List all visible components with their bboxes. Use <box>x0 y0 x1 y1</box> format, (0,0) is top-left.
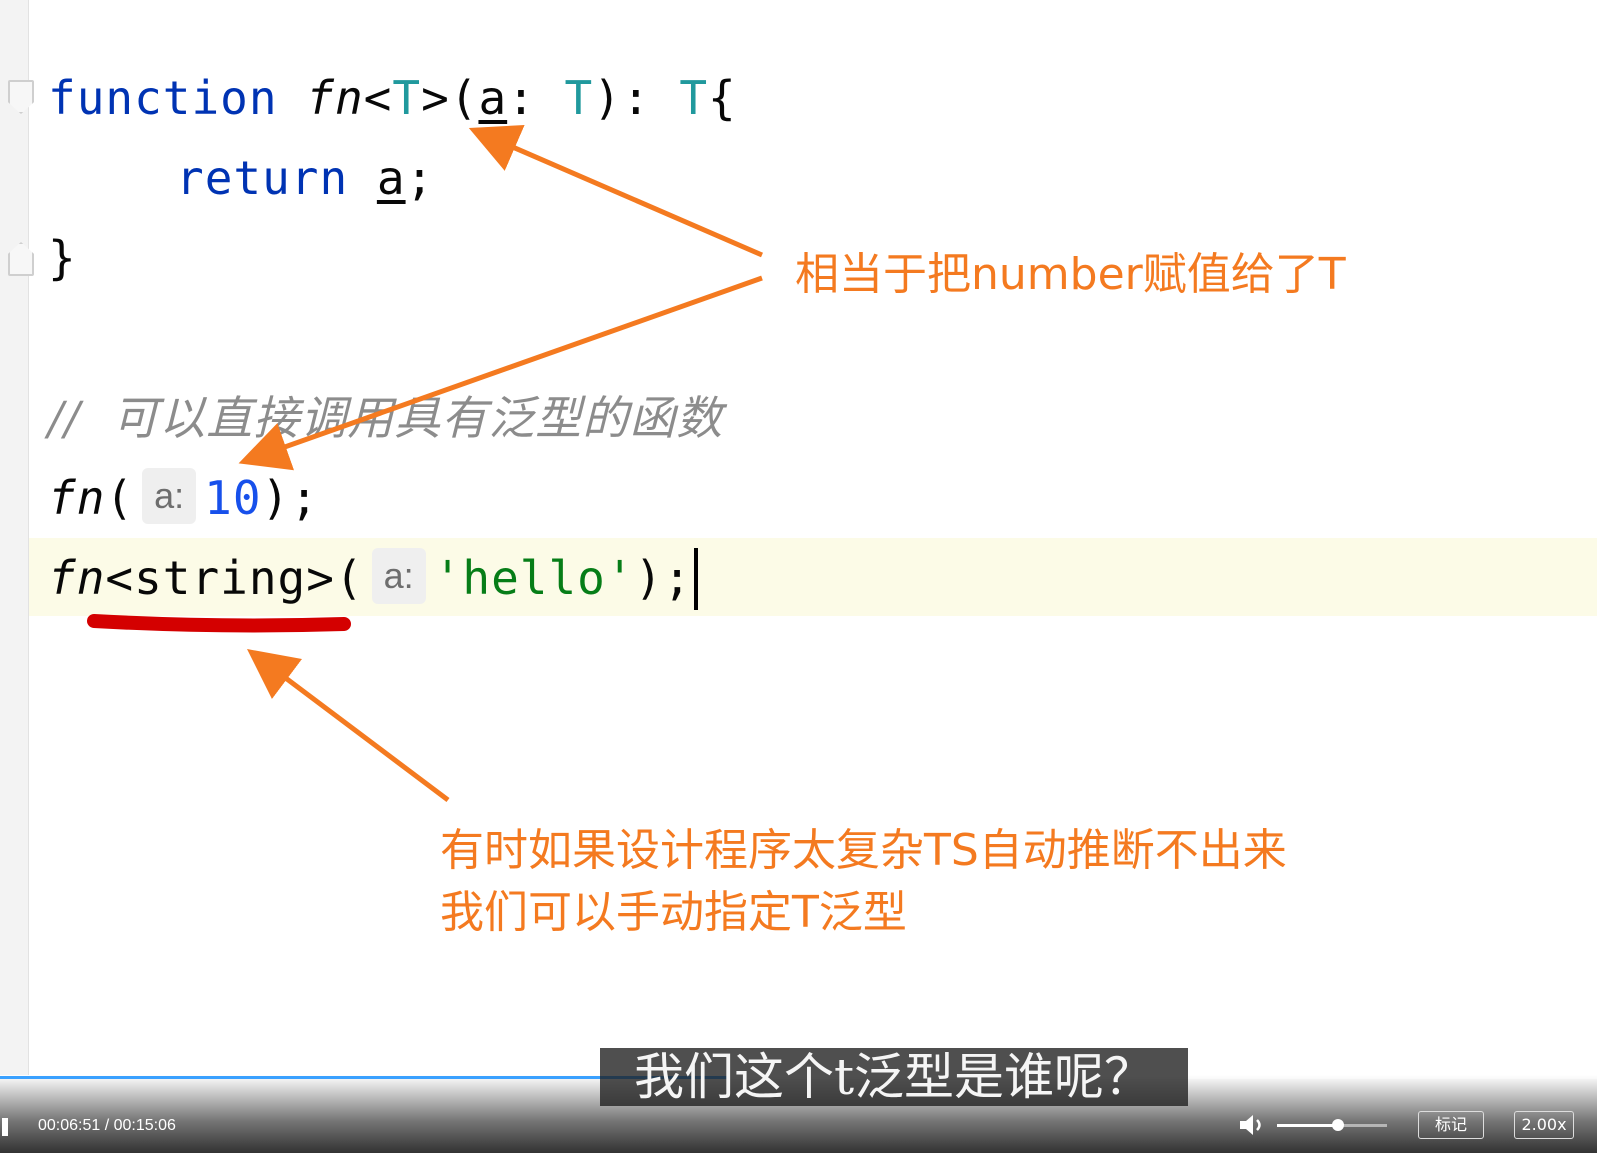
explicit-generic: <string> <box>105 551 335 605</box>
red-underline <box>87 614 351 633</box>
type-parameter: T <box>392 71 422 125</box>
call-function-name: fn <box>48 551 106 605</box>
close-brace: } <box>48 231 77 285</box>
generic-open: < <box>363 71 393 125</box>
keyword-return: return <box>176 151 349 205</box>
number-literal: 10 <box>204 471 262 525</box>
code-line-function-declaration[interactable]: function fn<T>(a: T): T{ <box>48 68 737 128</box>
annotation-bottom-line1: 有时如果设计程序太复杂TS自动推断不出来 <box>440 825 1287 876</box>
return-type: T <box>679 71 709 125</box>
function-name: fn <box>306 71 364 125</box>
parameter-type: T <box>564 71 594 125</box>
code-line-call-number[interactable]: fn(a: 10); <box>48 468 319 528</box>
keyword-function: function <box>48 71 278 125</box>
code-line-return[interactable]: return a; <box>176 148 434 208</box>
time-display: 00:06:51 / 00:15:06 <box>38 1117 176 1134</box>
code-line-comment[interactable]: // 可以直接调用具有泛型的函数 <box>48 388 723 448</box>
call-close: ); <box>634 551 692 605</box>
code-line-call-string[interactable]: fn<string>(a:'hello'); <box>48 548 698 610</box>
subtitle: 我们这个t泛型是谁呢？ <box>600 1048 1188 1106</box>
mark-button[interactable]: 标记 <box>1418 1111 1484 1139</box>
call-open-paren: ( <box>105 471 135 525</box>
return-value-a: a <box>376 151 406 205</box>
speaker-icon[interactable] <box>1238 1114 1268 1136</box>
text-cursor <box>693 548 698 610</box>
annotation-top: 相当于把number赋值给了T <box>795 249 1346 300</box>
open-brace: { <box>708 71 737 125</box>
volume-knob[interactable] <box>1331 1119 1344 1131</box>
parameter-a: a <box>478 71 508 125</box>
arrow-to-explicit-generic <box>247 648 450 802</box>
arrow-to-type-param <box>468 124 763 258</box>
comment-text: // 可以直接调用具有泛型的函数 <box>48 391 724 445</box>
code-line-close-brace[interactable]: } <box>48 228 77 288</box>
param-colon: : <box>507 71 565 125</box>
volume-fill <box>1277 1124 1338 1127</box>
string-literal: 'hello' <box>433 551 635 605</box>
speed-button[interactable]: 2.00x <box>1514 1111 1574 1139</box>
volume-slider[interactable] <box>1277 1119 1387 1131</box>
play-icon[interactable] <box>2 1118 8 1136</box>
generic-close-paren: >( <box>421 71 479 125</box>
editor-gutter <box>0 0 29 1075</box>
parameter-hint: a: <box>371 548 426 604</box>
call-close: ); <box>261 471 319 525</box>
call-function-name: fn <box>48 471 106 525</box>
call-open-paren: ( <box>334 551 364 605</box>
parameter-hint: a: <box>142 468 197 524</box>
semicolon: ; <box>405 151 435 205</box>
paren-close-colon: ): <box>593 71 680 125</box>
annotation-bottom-line2: 我们可以手动指定T泛型 <box>440 887 907 938</box>
